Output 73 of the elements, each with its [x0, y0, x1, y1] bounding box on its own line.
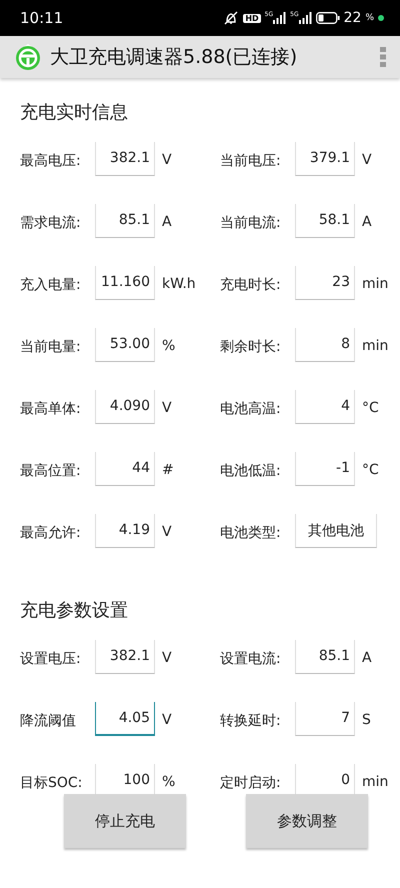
muted-bell-icon	[223, 11, 240, 25]
field-label: 充入电量:	[20, 276, 82, 294]
field-label: 目标SOC:	[20, 774, 84, 792]
value-field[interactable]: 8	[295, 328, 355, 362]
field-label: 最高电压:	[20, 152, 82, 170]
unit-label: S	[362, 711, 371, 728]
unit-label: #	[162, 461, 174, 478]
signal-icon	[298, 12, 312, 24]
action-button[interactable]: 参数调整	[246, 794, 368, 848]
value-field[interactable]: 85.1	[95, 204, 155, 238]
field-label: 充电时长:	[220, 276, 282, 294]
status-dot	[378, 15, 384, 21]
field-label: 电池类型:	[220, 524, 282, 542]
field-label: 当前电压:	[220, 152, 282, 170]
field-label: 电池高温:	[220, 400, 282, 418]
unit-label: °C	[362, 461, 379, 478]
unit-label: %	[162, 773, 176, 790]
value-field[interactable]: 382.1	[95, 640, 155, 674]
percent-sign: %	[365, 13, 374, 23]
app-title: 大卫充电调速器5.88(已连接)	[50, 45, 298, 70]
steering-wheel-icon	[14, 43, 42, 71]
unit-label: V	[162, 649, 172, 666]
field-label: 最高允许:	[20, 524, 82, 542]
value-field[interactable]: 382.1	[95, 142, 155, 176]
unit-label: min	[362, 275, 388, 292]
value-field[interactable]: -1	[295, 452, 355, 486]
unit-label: min	[362, 773, 388, 790]
value-field[interactable]: 4.19	[95, 514, 155, 548]
unit-label: %	[162, 337, 176, 354]
hd-badge: HD	[243, 14, 261, 22]
field-label: 剩余时长:	[220, 338, 282, 356]
field-label: 设置电流:	[220, 650, 282, 668]
value-field[interactable]: 11.160	[95, 266, 155, 300]
unit-label: A	[362, 649, 372, 666]
unit-label: A	[162, 213, 172, 230]
overflow-menu-icon[interactable]	[380, 47, 386, 67]
field-label: 设置电压:	[20, 650, 82, 668]
value-field[interactable]: 4.05	[95, 702, 155, 736]
unit-label: V	[162, 711, 172, 728]
value-field[interactable]: 7	[295, 702, 355, 736]
value-field[interactable]: 85.1	[295, 640, 355, 674]
value-field[interactable]: 44	[95, 452, 155, 486]
field-label: 当前电流:	[220, 214, 282, 232]
value-field[interactable]: 53.00	[95, 328, 155, 362]
unit-label: A	[362, 213, 372, 230]
field-label: 电池低温:	[220, 462, 282, 480]
battery-level: 22	[344, 10, 362, 26]
unit-label: V	[162, 151, 172, 168]
value-field[interactable]: 其他电池	[295, 514, 377, 548]
unit-label: min	[362, 337, 388, 354]
value-field[interactable]: 4.090	[95, 390, 155, 424]
value-field[interactable]: 4	[295, 390, 355, 424]
field-label: 定时启动:	[220, 774, 282, 792]
clock-time: 10:11	[20, 9, 64, 27]
value-field[interactable]: 23	[295, 266, 355, 300]
value-field[interactable]: 58.1	[295, 204, 355, 238]
field-label: 最高单体:	[20, 400, 82, 418]
unit-label: V	[362, 151, 372, 168]
section-title: 充电参数设置	[20, 599, 128, 622]
section-title: 充电实时信息	[20, 101, 128, 124]
field-label: 转换延时:	[220, 712, 282, 730]
unit-label: °C	[362, 399, 379, 416]
field-label: 需求电流:	[20, 214, 82, 232]
field-label: 最高位置:	[20, 462, 82, 480]
unit-label: kW.h	[162, 275, 196, 292]
value-field[interactable]: 379.1	[295, 142, 355, 176]
unit-label: V	[162, 399, 172, 416]
battery-icon	[316, 12, 340, 24]
action-button[interactable]: 停止充电	[64, 794, 186, 848]
field-label: 当前电量:	[20, 338, 82, 356]
signal-icon	[273, 12, 286, 24]
unit-label: V	[162, 523, 172, 540]
field-label: 降流阈值	[20, 712, 77, 730]
